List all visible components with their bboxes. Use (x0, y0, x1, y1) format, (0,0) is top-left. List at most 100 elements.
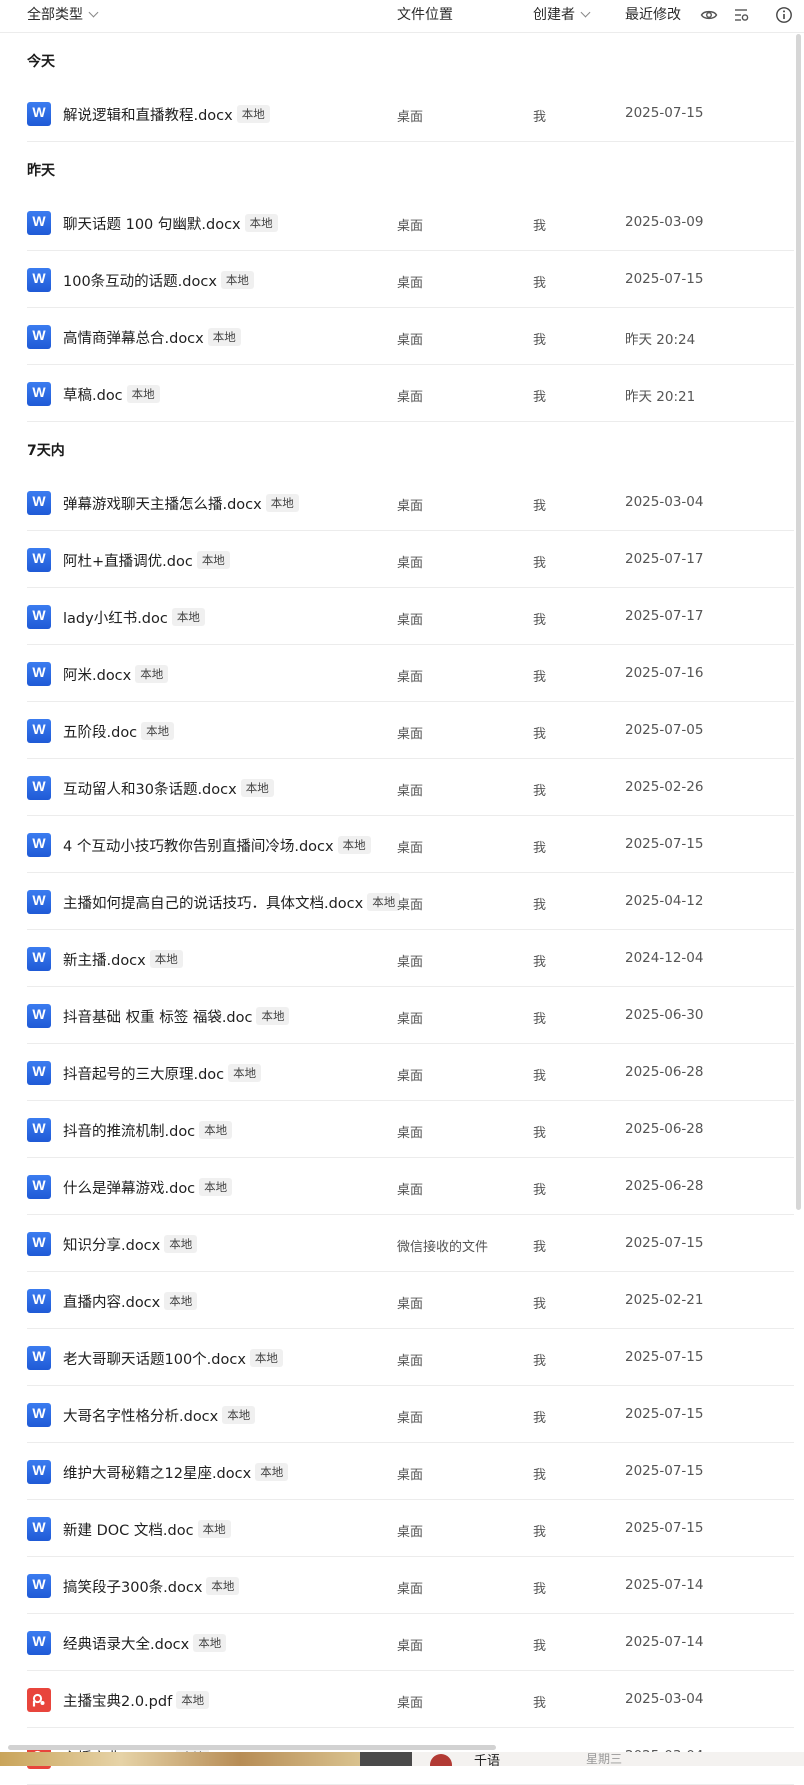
file-row[interactable]: W 大哥名字性格分析.docx 本地 桌面 我 2025-07-15 (0, 1386, 794, 1443)
file-row[interactable]: W 阿米.docx 本地 桌面 我 2025-07-16 (0, 645, 794, 702)
file-name-text: 抖音的推流机制.doc (63, 1124, 196, 1140)
file-name-text: 抖音起号的三大原理.doc (63, 1067, 225, 1083)
file-modified: 2025-07-15 (625, 1349, 704, 1365)
file-location: 桌面 (397, 556, 424, 571)
file-row[interactable]: W 知识分享.docx 本地 微信接收的文件 我 2025-07-15 (0, 1215, 794, 1272)
file-name[interactable]: 五阶段.doc 本地 (63, 721, 175, 742)
file-name[interactable]: 聊天话题 100 句幽默.docx 本地 (63, 213, 278, 234)
file-modified: 2025-02-21 (625, 1292, 704, 1308)
file-name[interactable]: 互动留人和30条话题.docx 本地 (63, 778, 274, 799)
file-location: 桌面 (397, 1639, 424, 1654)
word-file-icon: W (27, 325, 51, 349)
file-name[interactable]: 知识分享.docx 本地 (63, 1234, 198, 1255)
file-name[interactable]: 抖音基础 权重 标签 福袋.doc 本地 (63, 1006, 290, 1027)
file-name[interactable]: 新建 DOC 文档.doc 本地 (63, 1519, 231, 1540)
file-row[interactable]: W 直播内容.docx 本地 桌面 我 2025-02-21 (0, 1272, 794, 1329)
file-modified: 2025-02-26 (625, 779, 704, 795)
file-row[interactable]: W 阿杜+直播调优.doc 本地 桌面 我 2025-07-17 (0, 531, 794, 588)
location-column-header[interactable]: 文件位置 (397, 0, 453, 30)
file-name-text: 高情商弹幕总合.docx (63, 331, 204, 347)
file-location: 桌面 (397, 499, 424, 514)
type-filter-dropdown[interactable]: 全部类型 (27, 0, 99, 30)
file-row[interactable]: W 100条互动的话题.docx 本地 桌面 我 2025-07-15 (0, 251, 794, 308)
file-row[interactable]: W 搞笑段子300条.docx 本地 桌面 我 2025-07-14 (0, 1557, 794, 1614)
file-row[interactable]: Wlady小红书.doc 本地 桌面 我 2025-07-17 (0, 588, 794, 645)
file-row[interactable]: W 新主播.docx 本地 桌面 我 2024-12-04 (0, 930, 794, 987)
file-name[interactable]: 维护大哥秘籍之12星座.docx 本地 (63, 1462, 289, 1483)
file-modified: 昨天 20:21 (625, 389, 696, 405)
file-row[interactable]: 主播宝典2.0.pdf 本地 桌面 我 2025-03-04 (0, 1671, 794, 1728)
file-location: 桌面 (397, 110, 424, 125)
file-name-text: 弹幕游戏聊天主播怎么播.docx (63, 497, 262, 513)
file-modified: 2025-07-15 (625, 836, 704, 852)
file-name[interactable]: 什么是弹幕游戏.doc 本地 (63, 1177, 233, 1198)
file-name[interactable]: 高情商弹幕总合.docx 本地 (63, 327, 241, 348)
file-name[interactable]: 解说逻辑和直播教程.docx 本地 (63, 104, 270, 125)
file-row[interactable]: W 抖音起号的三大原理.doc 本地 桌面 我 2025-06-28 (0, 1044, 794, 1101)
type-filter-label: 全部类型 (27, 7, 83, 23)
file-modified: 昨天 20:24 (625, 332, 696, 348)
file-row[interactable]: W 新建 DOC 文档.doc 本地 桌面 我 2025-07-15 (0, 1500, 794, 1557)
file-row[interactable]: W 经典语录大全.docx 本地 桌面 我 2025-07-14 (0, 1614, 794, 1671)
local-tag: 本地 (228, 1064, 262, 1082)
file-location: 桌面 (397, 898, 424, 913)
file-row[interactable]: W 老大哥聊天话题100个.docx 本地 桌面 我 2025-07-15 (0, 1329, 794, 1386)
horizontal-scrollbar[interactable] (8, 1745, 496, 1750)
file-row[interactable]: W 互动留人和30条话题.docx 本地 桌面 我 2025-02-26 (0, 759, 794, 816)
file-row[interactable]: W 4 个互动小技巧教你告别直播间冷场.docx 本地 桌面 我 2025-07-15 (0, 816, 794, 873)
file-row[interactable]: W 草稿.doc 本地 桌面 我 昨天 20:21 (0, 365, 794, 422)
file-name[interactable]: 主播宝典2.0.pdf 本地 (63, 1690, 210, 1711)
local-tag: 本地 (141, 722, 175, 740)
file-creator: 我 (533, 1582, 547, 1597)
file-name[interactable]: 草稿.doc 本地 (63, 384, 160, 405)
modified-column-header[interactable]: 最近修改 (625, 0, 681, 30)
file-row[interactable]: W 解说逻辑和直播教程.docx 本地 桌面 我 2025-07-15 (0, 85, 794, 142)
file-name[interactable]: lady小红书.doc 本地 (63, 607, 205, 628)
file-name[interactable]: 主播如何提高自己的说话技巧．具体文档.docx 本地 (63, 892, 401, 913)
file-name[interactable]: 抖音起号的三大原理.doc 本地 (63, 1063, 262, 1084)
view-options-icon[interactable] (732, 6, 750, 24)
file-modified: 2025-07-14 (625, 1577, 704, 1593)
file-modified: 2025-07-15 (625, 1235, 704, 1251)
file-location: 桌面 (397, 276, 424, 291)
file-name[interactable]: 100条互动的话题.docx 本地 (63, 270, 254, 291)
file-modified: 2025-07-15 (625, 105, 704, 121)
file-name[interactable]: 经典语录大全.docx 本地 (63, 1633, 227, 1654)
vertical-scrollbar[interactable] (796, 34, 801, 1210)
file-location: 桌面 (397, 1354, 424, 1369)
file-name[interactable]: 抖音的推流机制.doc 本地 (63, 1120, 233, 1141)
file-row[interactable]: W 抖音的推流机制.doc 本地 桌面 我 2025-06-28 (0, 1101, 794, 1158)
taskbar-strip: 千语 星期三 (0, 1752, 804, 1766)
file-row[interactable]: W 五阶段.doc 本地 桌面 我 2025-07-05 (0, 702, 794, 759)
file-modified: 2025-07-05 (625, 722, 704, 738)
file-row[interactable]: W 聊天话题 100 句幽默.docx 本地 桌面 我 2025-03-09 (0, 194, 794, 251)
file-name[interactable]: 大哥名字性格分析.docx 本地 (63, 1405, 256, 1426)
file-row[interactable]: W 高情商弹幕总合.docx 本地 桌面 我 昨天 20:24 (0, 308, 794, 365)
file-name[interactable]: 4 个互动小技巧教你告别直播间冷场.docx 本地 (63, 835, 371, 856)
file-name-text: 搞笑段子300条.docx (63, 1580, 203, 1596)
file-row[interactable]: W 弹幕游戏聊天主播怎么播.docx 本地 桌面 我 2025-03-04 (0, 474, 794, 531)
eye-icon[interactable] (700, 6, 718, 24)
info-icon[interactable] (775, 6, 793, 24)
local-tag: 本地 (164, 1292, 198, 1310)
file-name[interactable]: 搞笑段子300条.docx 本地 (63, 1576, 240, 1597)
file-row[interactable]: W 抖音基础 权重 标签 福袋.doc 本地 桌面 我 2025-06-30 (0, 987, 794, 1044)
file-row[interactable]: W 什么是弹幕游戏.doc 本地 桌面 我 2025-06-28 (0, 1158, 794, 1215)
local-tag: 本地 (222, 1406, 256, 1424)
file-row[interactable]: W 主播如何提高自己的说话技巧．具体文档.docx 本地 桌面 我 2025-04-12 (0, 873, 794, 930)
file-name-text: 主播宝典2.0.pdf (63, 1694, 173, 1710)
file-location: 桌面 (397, 333, 424, 348)
creator-column-header[interactable]: 创建者 (533, 0, 591, 30)
file-location: 桌面 (397, 1525, 424, 1540)
file-name[interactable]: 弹幕游戏聊天主播怎么播.docx 本地 (63, 493, 299, 514)
file-name[interactable]: 阿米.docx 本地 (63, 664, 169, 685)
file-name[interactable]: 阿杜+直播调优.doc 本地 (63, 550, 230, 571)
file-modified: 2025-03-04 (625, 494, 704, 510)
word-file-icon: W (27, 268, 51, 292)
local-tag: 本地 (164, 1235, 198, 1253)
file-name[interactable]: 新主播.docx 本地 (63, 949, 183, 970)
file-location: 桌面 (397, 670, 424, 685)
file-row[interactable]: W 维护大哥秘籍之12星座.docx 本地 桌面 我 2025-07-15 (0, 1443, 794, 1500)
file-name[interactable]: 直播内容.docx 本地 (63, 1291, 198, 1312)
file-name[interactable]: 老大哥聊天话题100个.docx 本地 (63, 1348, 283, 1369)
